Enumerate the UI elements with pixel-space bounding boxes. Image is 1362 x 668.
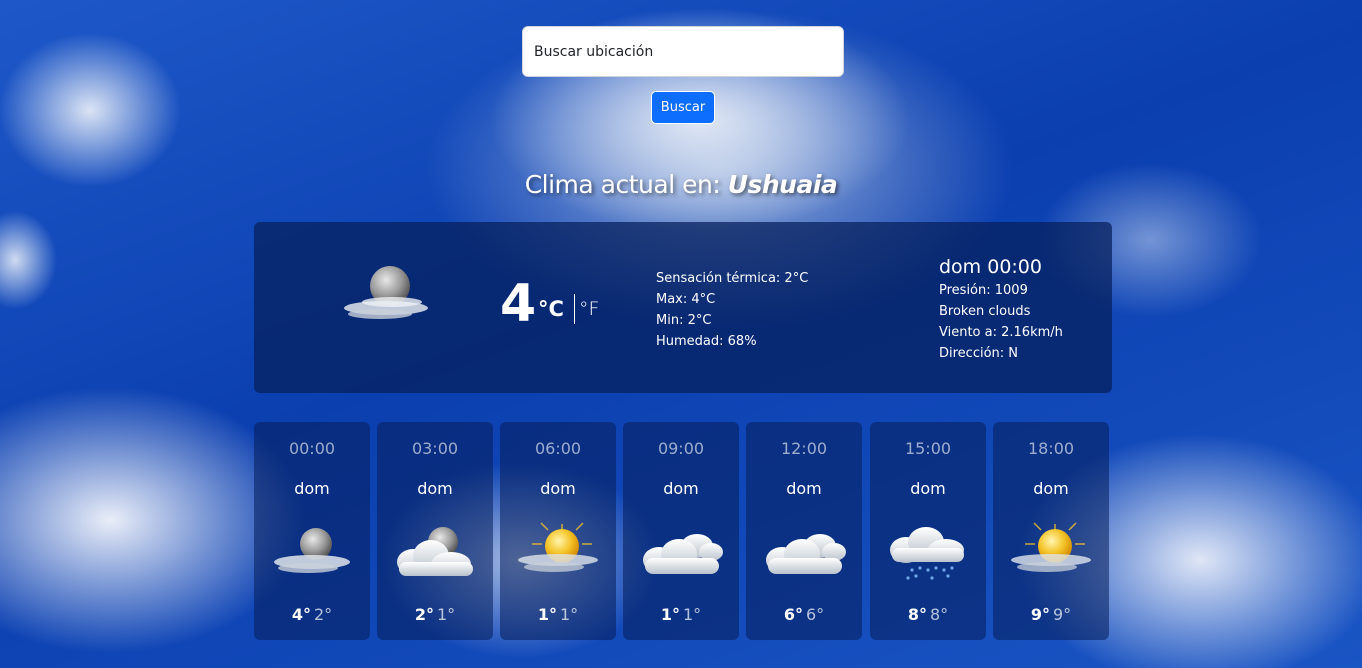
forecast-day: dom xyxy=(294,479,330,498)
sun-haze-icon xyxy=(1011,522,1091,572)
night-cloudy-icon xyxy=(397,527,473,576)
forecast-day: dom xyxy=(910,479,946,498)
forecast-time: 03:00 xyxy=(411,439,459,458)
forecast-min: 8° xyxy=(929,605,949,624)
cloudy-icon xyxy=(643,534,723,574)
forecast-card: 06:00 dom 1° 1° xyxy=(500,422,616,640)
min-temp: Min: 2°C xyxy=(656,313,712,328)
forecast-day: dom xyxy=(1033,479,1069,498)
current-extra: dom 00:00 Presión: 1009 Broken clouds Vi… xyxy=(939,254,1063,364)
forecast-card: 03:00 dom 2° 1° xyxy=(377,422,493,640)
forecast-card: 18:00 dom 9° 9° xyxy=(993,422,1109,640)
forecast-max: 6° xyxy=(783,605,803,624)
page-title: Clima actual en: Ushuaia xyxy=(0,170,1362,199)
forecast-temps: 1° 1° xyxy=(500,605,616,624)
forecast-card: 09:00 dom 1° 1° xyxy=(623,422,739,640)
wind-speed: Viento a: 2.16km/h xyxy=(939,325,1063,340)
forecast-temps: 8° 8° xyxy=(870,605,986,624)
cloudy-icon xyxy=(766,534,846,574)
current-datetime: dom 00:00 xyxy=(939,256,1042,278)
forecast-min: 1° xyxy=(436,605,456,624)
forecast-day: dom xyxy=(540,479,576,498)
forecast-card: 00:00 dom 4° 2° xyxy=(254,422,370,640)
forecast-min: 1° xyxy=(559,605,579,624)
weather-description: Broken clouds xyxy=(939,304,1031,319)
forecast-time: 00:00 xyxy=(288,439,336,458)
current-details: Sensación térmica: 2°C Max: 4°C Min: 2°C… xyxy=(656,268,808,352)
forecast-card: 15:00 dom 8° 8° xyxy=(870,422,986,640)
current-temperature: 4 xyxy=(500,274,537,334)
unit-fahrenheit-toggle[interactable]: °F xyxy=(579,298,599,320)
forecast-card: 12:00 dom 6° 6° xyxy=(746,422,862,640)
forecast-max: 4° xyxy=(291,605,311,624)
city-name: Ushuaia xyxy=(727,170,838,199)
wind-direction: Dirección: N xyxy=(939,346,1019,361)
forecast-temps: 2° 1° xyxy=(377,605,493,624)
forecast-time: 09:00 xyxy=(657,439,705,458)
current-weather-card: 4 °C °F Sensación térmica: 2°C Max: 4°C … xyxy=(254,222,1112,393)
search-bar xyxy=(522,26,844,77)
search-button[interactable]: Buscar xyxy=(651,91,715,124)
forecast-time: 18:00 xyxy=(1027,439,1075,458)
forecast-min: 1° xyxy=(682,605,702,624)
forecast-max: 9° xyxy=(1030,605,1050,624)
night-partly-cloudy-icon xyxy=(344,266,428,319)
forecast-time: 12:00 xyxy=(780,439,828,458)
forecast-min: 2° xyxy=(313,605,333,624)
forecast-time: 15:00 xyxy=(904,439,952,458)
sun-haze-icon xyxy=(518,522,598,572)
unit-celsius-toggle[interactable]: °C xyxy=(538,297,564,321)
pressure: Presión: 1009 xyxy=(939,283,1028,298)
forecast-temps: 1° 1° xyxy=(623,605,739,624)
forecast-day: dom xyxy=(417,479,453,498)
unit-divider xyxy=(574,294,575,324)
max-temp: Max: 4°C xyxy=(656,292,716,307)
forecast-temps: 6° 6° xyxy=(746,605,862,624)
forecast-max: 8° xyxy=(907,605,927,624)
forecast-min: 9° xyxy=(1052,605,1072,624)
forecast-min: 6° xyxy=(805,605,825,624)
forecast-day: dom xyxy=(786,479,822,498)
rain-cloud-icon xyxy=(890,527,964,580)
forecast-day: dom xyxy=(663,479,699,498)
forecast-max: 1° xyxy=(660,605,680,624)
search-input[interactable] xyxy=(522,26,844,77)
humidity: Humedad: 68% xyxy=(656,334,757,349)
feels-like: Sensación térmica: 2°C xyxy=(656,271,809,286)
forecast-time: 06:00 xyxy=(534,439,582,458)
forecast-max: 1° xyxy=(537,605,557,624)
night-partly-cloudy-icon xyxy=(274,528,350,573)
title-prefix: Clima actual en: xyxy=(524,170,721,199)
forecast-temps: 9° 9° xyxy=(993,605,1109,624)
forecast-max: 2° xyxy=(414,605,434,624)
forecast-temps: 4° 2° xyxy=(254,605,370,624)
